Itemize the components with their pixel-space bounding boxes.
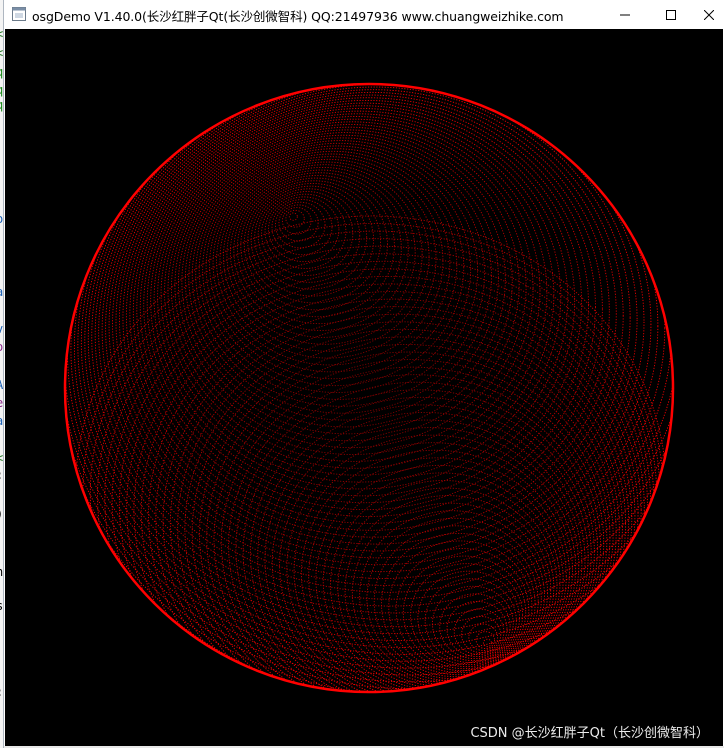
csdn-watermark: CSDN @长沙红胖子Qt（长沙创微智科）: [470, 726, 709, 741]
maximize-button[interactable]: [648, 0, 694, 29]
osg-3d-viewport[interactable]: CSDN @长沙红胖子Qt（长沙创微智科）: [5, 29, 723, 746]
background-code-char: s: [0, 600, 3, 612]
minimize-button[interactable]: [602, 0, 648, 29]
background-code-char: v: [0, 323, 3, 335]
window-title: osgDemo V1.40.0(长沙红胖子Qt(长沙创微智科) QQ:21497…: [32, 9, 564, 24]
minimize-icon: [620, 14, 630, 15]
background-code-char: a: [0, 415, 3, 427]
close-button[interactable]: [694, 0, 724, 29]
background-code-char: <: [0, 47, 3, 59]
background-code-char: :: [0, 686, 3, 698]
background-code-char: n: [0, 566, 3, 578]
background-code-char: q: [0, 84, 3, 96]
app-window-icon: [12, 7, 26, 21]
maximize-icon: [666, 9, 676, 20]
background-code-char: a: [0, 286, 3, 298]
title-bar[interactable]: osgDemo V1.40.0(长沙红胖子Qt(长沙创微智科) QQ:21497…: [4, 0, 724, 29]
background-code-char: <: [0, 452, 3, 464]
background-code-char: <: [0, 28, 3, 40]
osg-demo-window: osgDemo V1.40.0(长沙红胖子Qt(长沙创微智科) QQ:21497…: [4, 0, 724, 748]
background-code-char: A: [0, 379, 3, 391]
background-code-char: q: [0, 99, 3, 111]
close-icon: [704, 9, 714, 20]
background-code-char: e: [0, 397, 3, 409]
background-code-char: q: [0, 66, 3, 78]
background-code-char: o: [0, 341, 3, 353]
sphere-point-cloud: [63, 82, 675, 694]
background-code-char: o: [0, 213, 3, 225]
background-code-char: ): [0, 508, 3, 520]
background-code-char: :: [0, 469, 3, 481]
